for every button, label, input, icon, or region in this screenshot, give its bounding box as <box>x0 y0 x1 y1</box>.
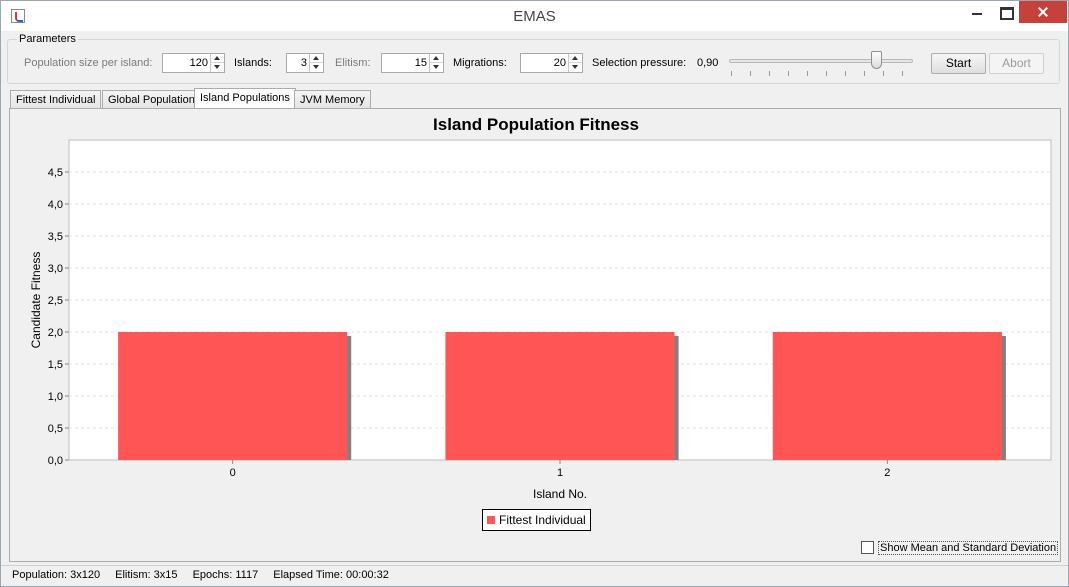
tab-global-population[interactable]: Global Population <box>102 90 201 109</box>
slider-tick <box>731 71 732 76</box>
elitism-value: 15 <box>414 57 427 69</box>
spinner-down-icon[interactable] <box>430 63 443 72</box>
bar-island-2 <box>772 332 1002 460</box>
elitism-spinner[interactable]: 15 <box>381 53 444 73</box>
legend-label: Fittest Individual <box>499 513 586 527</box>
migrations-spinner[interactable]: 20 <box>520 53 583 73</box>
y-tick-label: 1,5 <box>48 359 63 371</box>
slider-tick <box>826 71 827 76</box>
show-mean-checkbox-row[interactable]: Show Mean and Standard Deviation <box>861 541 1059 555</box>
title-bar: EMAS <box>1 1 1068 31</box>
x-tick-label: 2 <box>884 467 890 479</box>
islands-spinner[interactable]: 3 <box>286 53 324 73</box>
y-tick-label: 4,5 <box>48 167 63 179</box>
show-mean-checkbox[interactable] <box>861 541 874 554</box>
spinner-down-icon[interactable] <box>310 63 323 72</box>
slider-tick <box>864 71 865 76</box>
migrations-label: Migrations: <box>453 57 507 69</box>
slider-tick <box>845 71 846 76</box>
y-tick-label: 0,0 <box>48 455 63 467</box>
y-tick-label: 1,0 <box>48 391 63 403</box>
population-size-spinner[interactable]: 120 <box>162 53 225 73</box>
y-tick-label: 2,0 <box>48 327 63 339</box>
spinner-up-icon[interactable] <box>310 54 323 63</box>
x-tick-label: 0 <box>230 467 236 479</box>
parameters-group: Parameters Population size per island: 1… <box>7 33 1060 84</box>
tab-fittest-individual[interactable]: Fittest Individual <box>10 90 102 109</box>
status-bar: Population: 3x120 Elitism: 3x15 Epochs: … <box>1 565 1068 586</box>
bar-island-1 <box>445 332 675 460</box>
population-size-value: 120 <box>189 57 208 69</box>
y-tick-label: 3,0 <box>48 263 63 275</box>
y-axis-label: Candidate Fitness <box>29 252 43 349</box>
abort-button[interactable]: Abort <box>989 53 1044 74</box>
selection-pressure-value: 0,90 <box>697 57 719 69</box>
legend-swatch <box>487 516 495 524</box>
y-tick-label: 0,5 <box>48 423 63 435</box>
spinner-up-icon[interactable] <box>569 54 582 63</box>
slider-track <box>729 59 913 63</box>
x-tick-label: 1 <box>557 467 563 479</box>
bar-island-0 <box>118 332 348 460</box>
y-tick-label: 3,5 <box>48 231 63 243</box>
maximize-icon[interactable] <box>992 1 1018 23</box>
spinner-down-icon[interactable] <box>569 63 582 72</box>
elitism-label: Elitism: <box>335 57 371 69</box>
slider-tick <box>769 71 770 76</box>
start-button[interactable]: Start <box>931 53 986 74</box>
population-size-label: Population size per island: <box>24 57 153 69</box>
slider-tick <box>807 71 808 76</box>
slider-tick <box>902 71 903 76</box>
migrations-value: 20 <box>553 57 566 69</box>
spinner-up-icon[interactable] <box>430 54 443 63</box>
y-tick-label: 4,0 <box>48 199 63 211</box>
slider-tick <box>788 71 789 76</box>
status-epochs: Epochs: 1117 <box>192 569 259 581</box>
minimize-icon[interactable] <box>963 1 991 23</box>
y-tick-label: 2,5 <box>48 295 63 307</box>
close-icon[interactable] <box>1019 1 1067 23</box>
slider-tick <box>750 71 751 76</box>
show-mean-label[interactable]: Show Mean and Standard Deviation <box>878 541 1059 555</box>
tab-content-panel: Island Population Fitness 0,0 0,5 1,0 1,5 2,… <box>9 108 1061 562</box>
status-elapsed: Elapsed Time: 00:00:32 <box>273 569 389 581</box>
window-title: EMAS <box>513 8 556 25</box>
tab-jvm-memory[interactable]: JVM Memory <box>294 90 371 109</box>
selection-pressure-slider[interactable] <box>727 50 915 78</box>
status-elitism: Elitism: 3x15 <box>115 569 178 581</box>
spinner-up-icon[interactable] <box>211 54 224 63</box>
selection-pressure-label: Selection pressure: <box>592 57 687 69</box>
parameters-legend: Parameters <box>17 33 78 45</box>
x-axis-label: Island No. <box>533 487 587 501</box>
bar-chart: 0,0 0,5 1,0 1,5 2,0 2,5 3,0 3,5 4,0 4,5 0 1 2 Candi… <box>29 139 1052 501</box>
tab-island-populations[interactable]: Island Populations <box>194 88 296 109</box>
app-window: EMAS Parameters Population size per isla… <box>0 0 1069 587</box>
islands-label: Islands: <box>234 57 272 69</box>
islands-value: 3 <box>300 57 307 69</box>
slider-tick <box>883 71 884 76</box>
slider-thumb[interactable] <box>871 51 882 69</box>
chart-legend: Fittest Individual <box>482 509 591 531</box>
spinner-down-icon[interactable] <box>211 63 224 72</box>
status-population: Population: 3x120 <box>12 569 101 581</box>
